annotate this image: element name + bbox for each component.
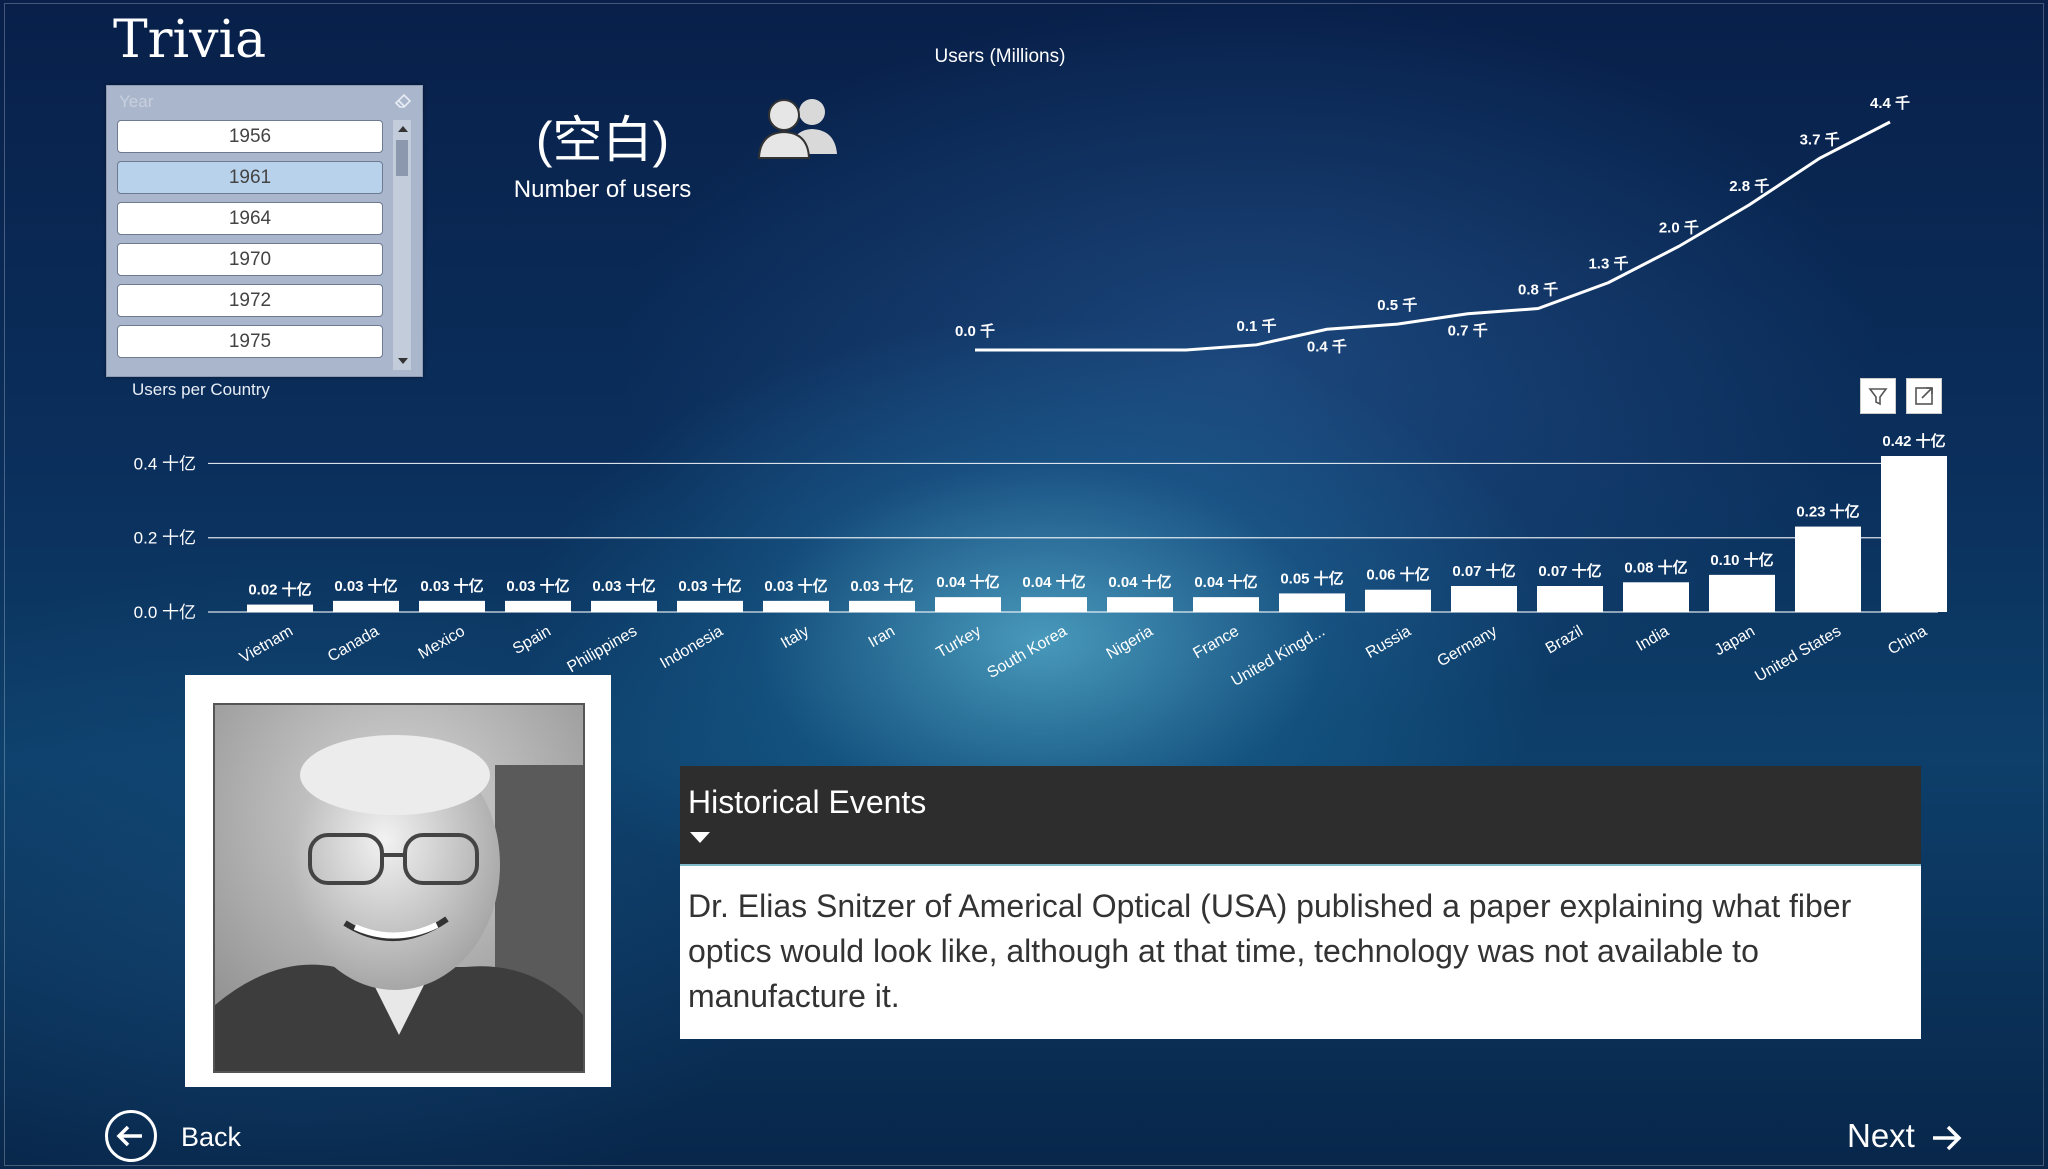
x-tick-label: Italy [778,623,812,652]
x-tick-label: China [1885,623,1930,659]
arrow-left-circle-icon [105,1110,157,1162]
bar-data-label: 0.03 十亿 [850,577,913,595]
x-tick-label: India [1633,623,1672,655]
bar-data-label: 0.04 十亿 [1194,573,1257,591]
x-tick-label: Russia [1363,623,1414,662]
back-label: Back [181,1122,242,1152]
bar-philippines[interactable] [591,600,657,612]
y-tick-label: 0.4 十亿 [134,454,196,473]
bar-data-label: 0.04 十亿 [936,573,999,591]
bar-russia[interactable] [1365,589,1431,612]
next-button[interactable]: Next [1840,1113,1970,1163]
x-tick-label: Japan [1712,623,1758,660]
caret-down-icon[interactable] [690,832,710,843]
bar-germany[interactable] [1451,586,1517,612]
bar-turkey[interactable] [935,597,1001,612]
bar-japan[interactable] [1709,574,1775,612]
back-button[interactable]: Back [103,1108,273,1166]
x-tick-label: Canada [325,623,382,666]
bar-spain[interactable] [505,600,571,612]
bar-data-label: 0.03 十亿 [764,577,827,595]
bar-united-kingd-[interactable] [1279,593,1345,612]
bar-indonesia[interactable] [677,600,743,612]
x-tick-label: Spain [510,623,554,658]
bar-iran[interactable] [849,600,915,612]
bar-data-label: 0.23 十亿 [1796,503,1859,521]
bar-data-label: 0.10 十亿 [1710,551,1773,569]
bar-data-label: 0.02 十亿 [248,581,311,599]
bar-united-states[interactable] [1795,526,1861,612]
bar-france[interactable] [1193,597,1259,612]
bar-data-label: 0.03 十亿 [678,577,741,595]
x-tick-label: Vietnam [237,623,296,667]
events-body: Dr. Elias Snitzer of Americal Optical (U… [680,866,1921,1039]
bar-data-label: 0.42 十亿 [1882,432,1945,450]
x-tick-label: Germany [1435,623,1500,671]
x-tick-label: Mexico [416,623,468,663]
bar-brazil[interactable] [1537,586,1603,612]
next-label: Next [1847,1117,1915,1154]
bar-data-label: 0.07 十亿 [1452,562,1515,580]
bar-data-label: 0.03 十亿 [506,577,569,595]
x-tick-label: South Korea [984,623,1070,682]
bar-south-korea[interactable] [1021,597,1087,612]
x-tick-label: Philippines [564,623,640,676]
events-title: Historical Events [688,784,927,820]
portrait-photo [213,703,585,1073]
bar-data-label: 0.05 十亿 [1280,569,1343,587]
bar-mexico[interactable] [419,600,485,612]
bar-nigeria[interactable] [1107,597,1173,612]
bar-data-label: 0.04 十亿 [1022,573,1085,591]
bar-data-label: 0.08 十亿 [1624,558,1687,576]
bar-vietnam[interactable] [247,604,313,612]
x-tick-label: Nigeria [1104,623,1156,663]
arrow-right-icon [1933,1125,1962,1151]
x-tick-label: Brazil [1543,623,1586,658]
bar-canada[interactable] [333,600,399,612]
bar-data-label: 0.04 十亿 [1108,573,1171,591]
x-tick-label: Turkey [934,623,984,662]
x-tick-label: France [1190,623,1242,663]
bar-india[interactable] [1623,582,1689,612]
bar-data-label: 0.03 十亿 [420,577,483,595]
y-tick-label: 0.0 十亿 [134,603,196,622]
y-tick-label: 0.2 十亿 [134,529,196,548]
x-tick-label: United States [1752,623,1844,686]
events-header[interactable]: Historical Events [680,766,1921,866]
bar-italy[interactable] [763,600,829,612]
bar-data-label: 0.03 十亿 [334,577,397,595]
x-tick-label: Indonesia [657,623,726,672]
bar-data-label: 0.06 十亿 [1366,566,1429,584]
portrait-frame [185,675,611,1087]
x-tick-label: Iran [866,623,898,652]
x-tick-label: United Kingd... [1229,623,1328,690]
bar-china[interactable] [1881,456,1947,612]
bar-data-label: 0.03 十亿 [592,577,655,595]
bar-data-label: 0.07 十亿 [1538,562,1601,580]
